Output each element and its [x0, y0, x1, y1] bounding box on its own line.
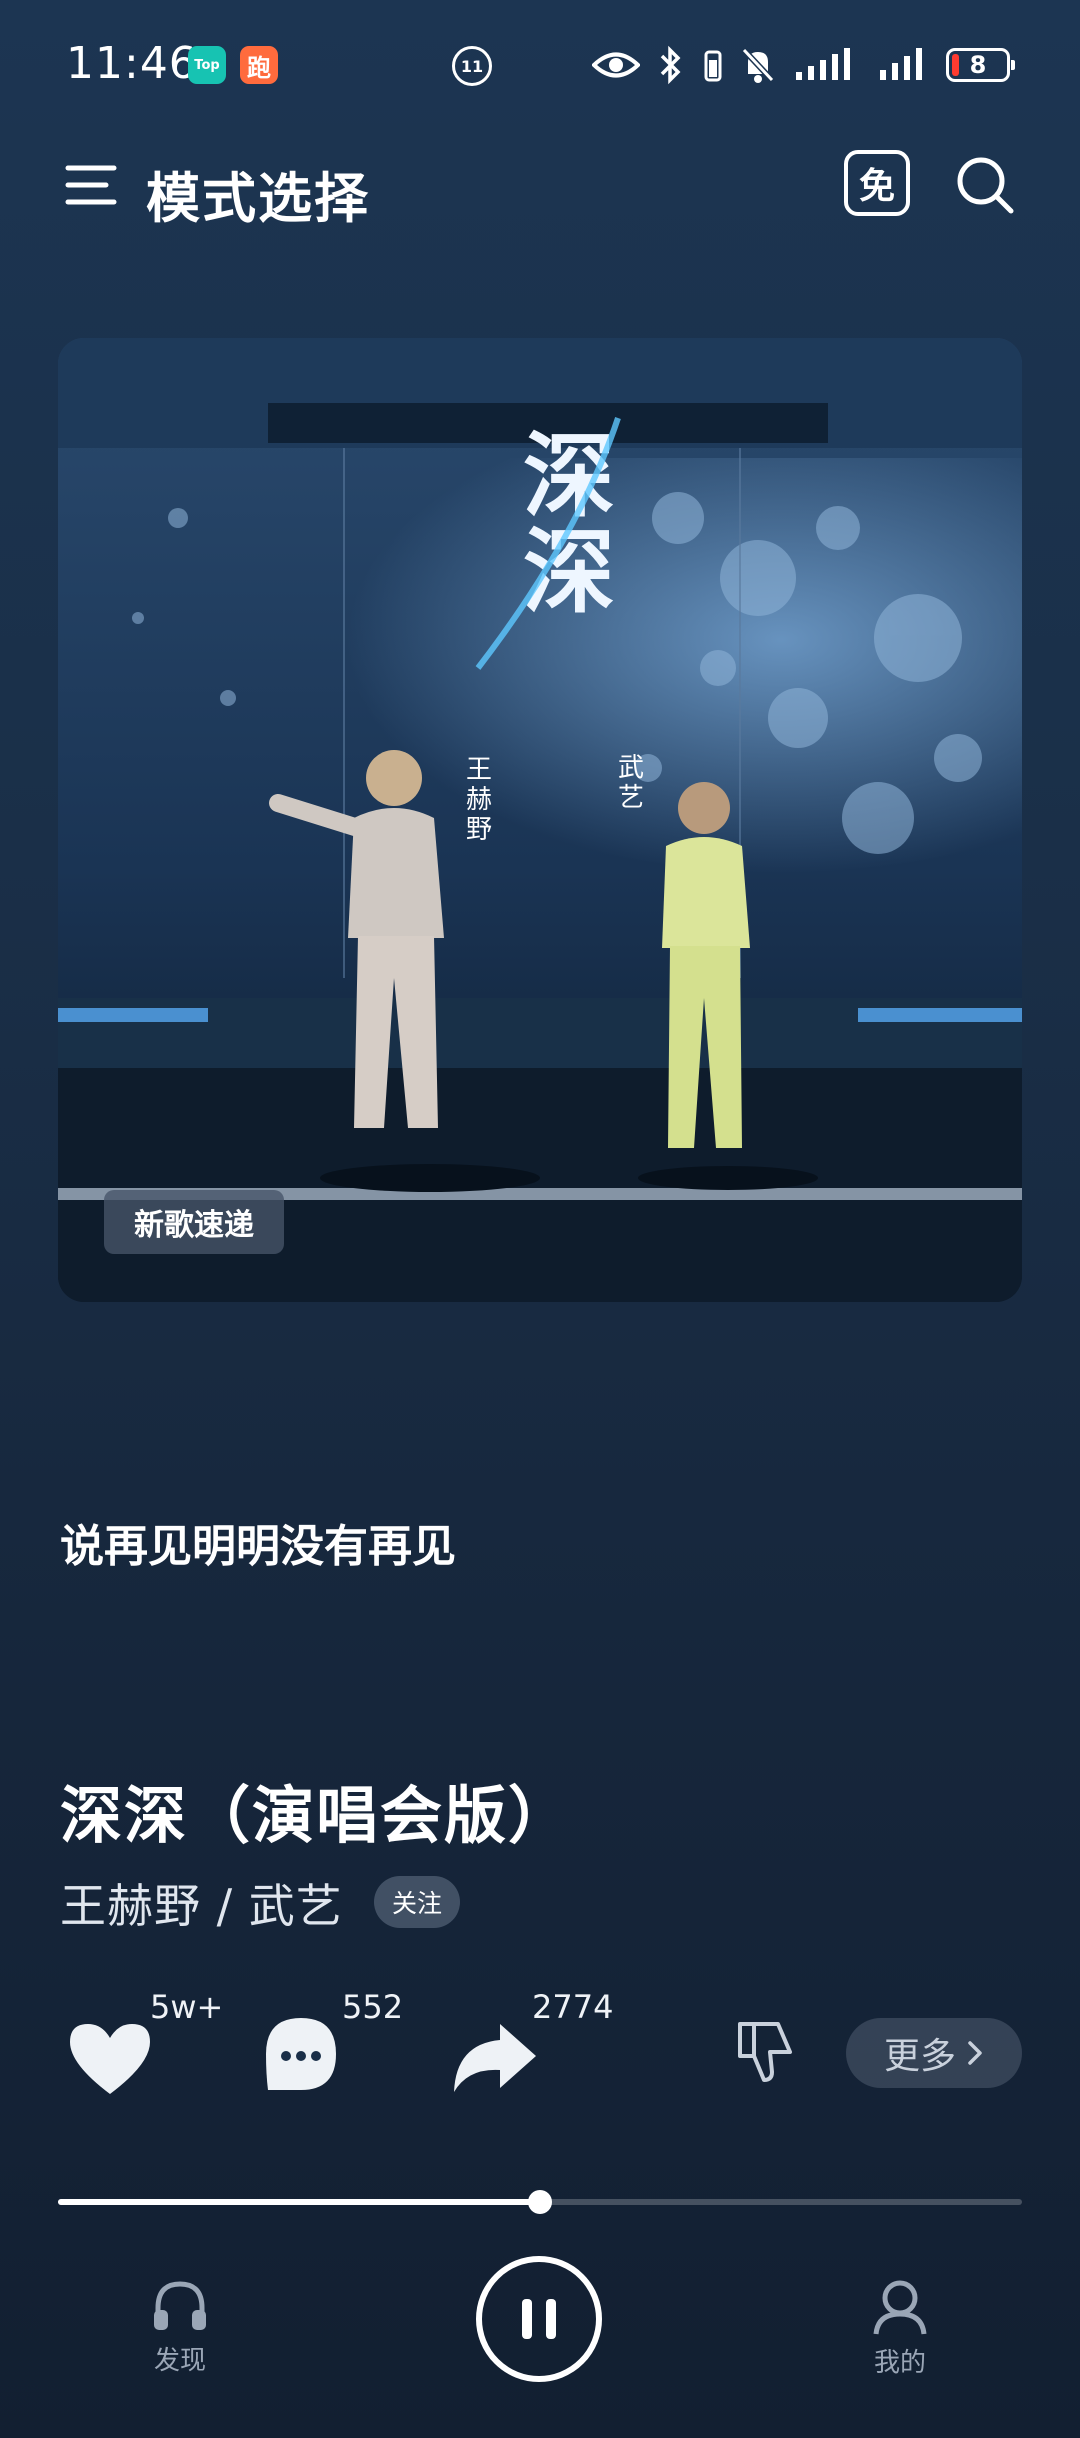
song-title: 深深（演唱会版） — [60, 1779, 573, 1852]
status-time: 11:46 — [66, 38, 198, 89]
mute-icon — [741, 47, 775, 83]
search-icon[interactable] — [954, 154, 1016, 216]
playback-progress[interactable] — [58, 2190, 1022, 2214]
page-title[interactable]: 模式选择 — [146, 154, 370, 233]
top-bar: 模式选择 免 — [0, 130, 1080, 240]
heart-icon[interactable] — [66, 2020, 154, 2098]
running-app-badge-icon: 跑 — [240, 46, 278, 84]
bottom-nav: 发现 我的 — [0, 2250, 1080, 2438]
progress-knob[interactable] — [528, 2190, 552, 2214]
pause-icon — [522, 2299, 532, 2339]
status-icons: 8 — [592, 40, 1015, 90]
nav-discover-label: 发现 — [153, 2346, 206, 2376]
status-center-icon: 11 — [452, 46, 492, 86]
song-actions: 5w+ 552 2774 更多 — [0, 1980, 1080, 2120]
cover-artist-left-char-2: 赫 — [466, 785, 492, 815]
nav-discover[interactable]: 发现 — [110, 2278, 250, 2377]
comment-icon[interactable] — [262, 2014, 340, 2098]
pause-icon — [546, 2299, 556, 2339]
battery-saver-icon — [704, 50, 722, 82]
cover-artist-left-char-3: 野 — [466, 815, 492, 845]
share-icon[interactable] — [450, 2020, 538, 2094]
battery-level: 8 — [969, 51, 987, 79]
like-count: 5w+ — [150, 1988, 224, 2026]
cover-artist-right-char-1: 武 — [618, 753, 644, 783]
status-bar: 11:46 Top 跑 11 8 — [0, 0, 1080, 130]
nav-mine[interactable]: 我的 — [830, 2278, 970, 2379]
cover-artist-left-char-1: 王 — [466, 755, 492, 785]
pause-button[interactable] — [476, 2256, 602, 2382]
artist-names[interactable]: 王赫野 / 武艺 — [60, 1870, 343, 1936]
progress-played — [58, 2199, 540, 2205]
album-cover[interactable]: 深 深 王 赫 野 武 艺 — [58, 338, 1022, 1302]
chevron-right-icon — [968, 2041, 982, 2065]
comment-count: 552 — [342, 1988, 404, 2026]
menu-icon[interactable] — [64, 158, 118, 212]
more-button[interactable]: 更多 — [846, 2018, 1022, 2088]
headphones-icon — [154, 2281, 206, 2330]
signal-icon — [880, 48, 922, 80]
follow-button[interactable]: 关注 — [374, 1876, 461, 1928]
dislike-icon[interactable] — [734, 2020, 796, 2084]
eye-icon — [592, 52, 640, 78]
more-label: 更多 — [883, 2036, 956, 2077]
nav-mine-label: 我的 — [873, 2348, 926, 2378]
free-mode-icon[interactable]: 免 — [844, 150, 910, 216]
lyric-line[interactable]: 说再见明明没有再见 — [60, 1510, 456, 1574]
cover-tag: 新歌速递 — [104, 1190, 284, 1254]
bluetooth-icon — [660, 45, 681, 85]
cover-art-title-char-1: 深 — [523, 422, 615, 530]
share-count: 2774 — [532, 1988, 614, 2026]
taptap-badge-icon: Top — [188, 46, 226, 84]
signal-icon — [796, 48, 850, 80]
cover-artist-right-char-2: 艺 — [618, 783, 644, 813]
user-icon — [873, 2280, 927, 2335]
battery-icon: 8 — [946, 48, 1015, 82]
